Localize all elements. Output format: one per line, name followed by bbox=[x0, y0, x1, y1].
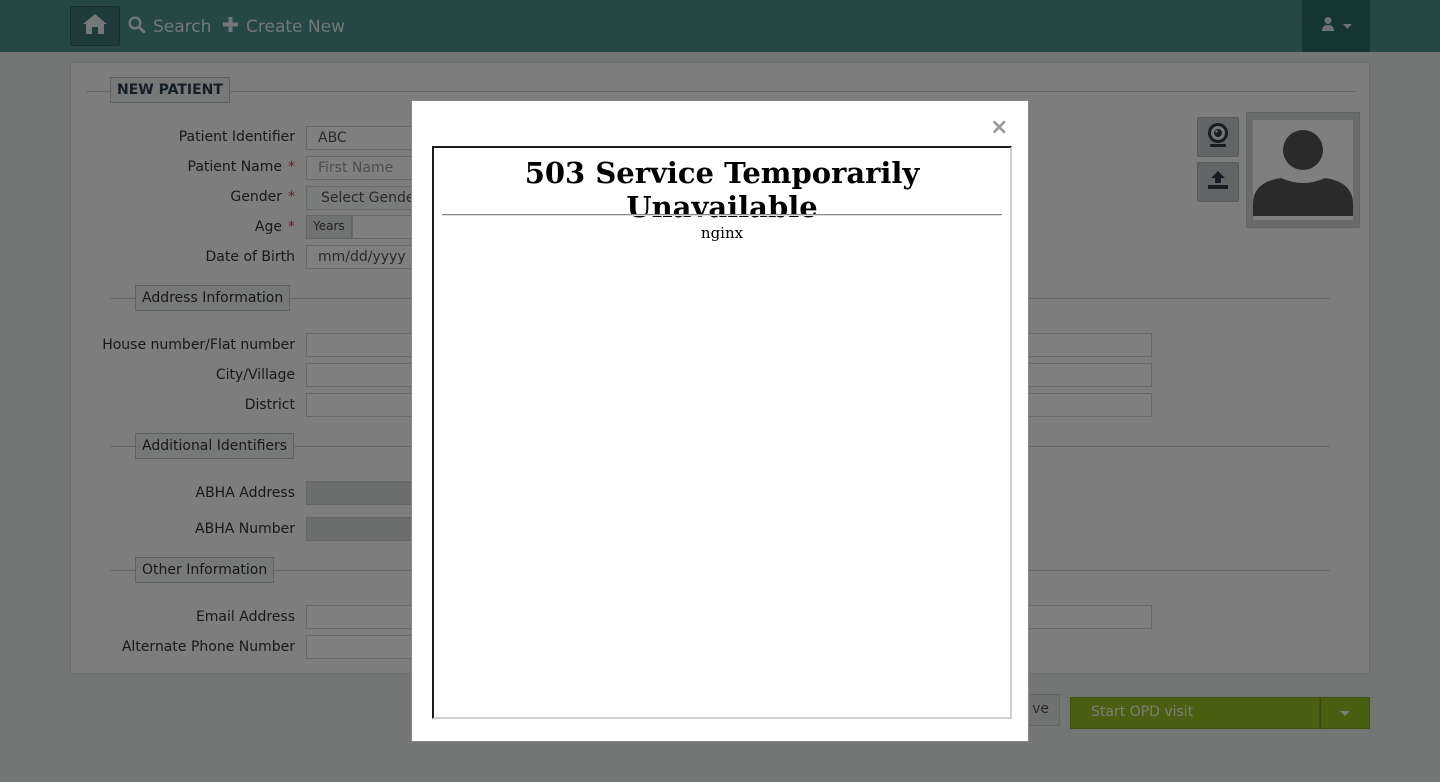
error-dialog: × 503 Service Temporarily Unavailable ng… bbox=[411, 100, 1029, 742]
error-divider bbox=[442, 214, 1002, 216]
dialog-content-frame: 503 Service Temporarily Unavailable ngin… bbox=[432, 146, 1012, 719]
server-signature: nginx bbox=[700, 224, 744, 242]
close-icon[interactable]: × bbox=[990, 115, 1008, 141]
